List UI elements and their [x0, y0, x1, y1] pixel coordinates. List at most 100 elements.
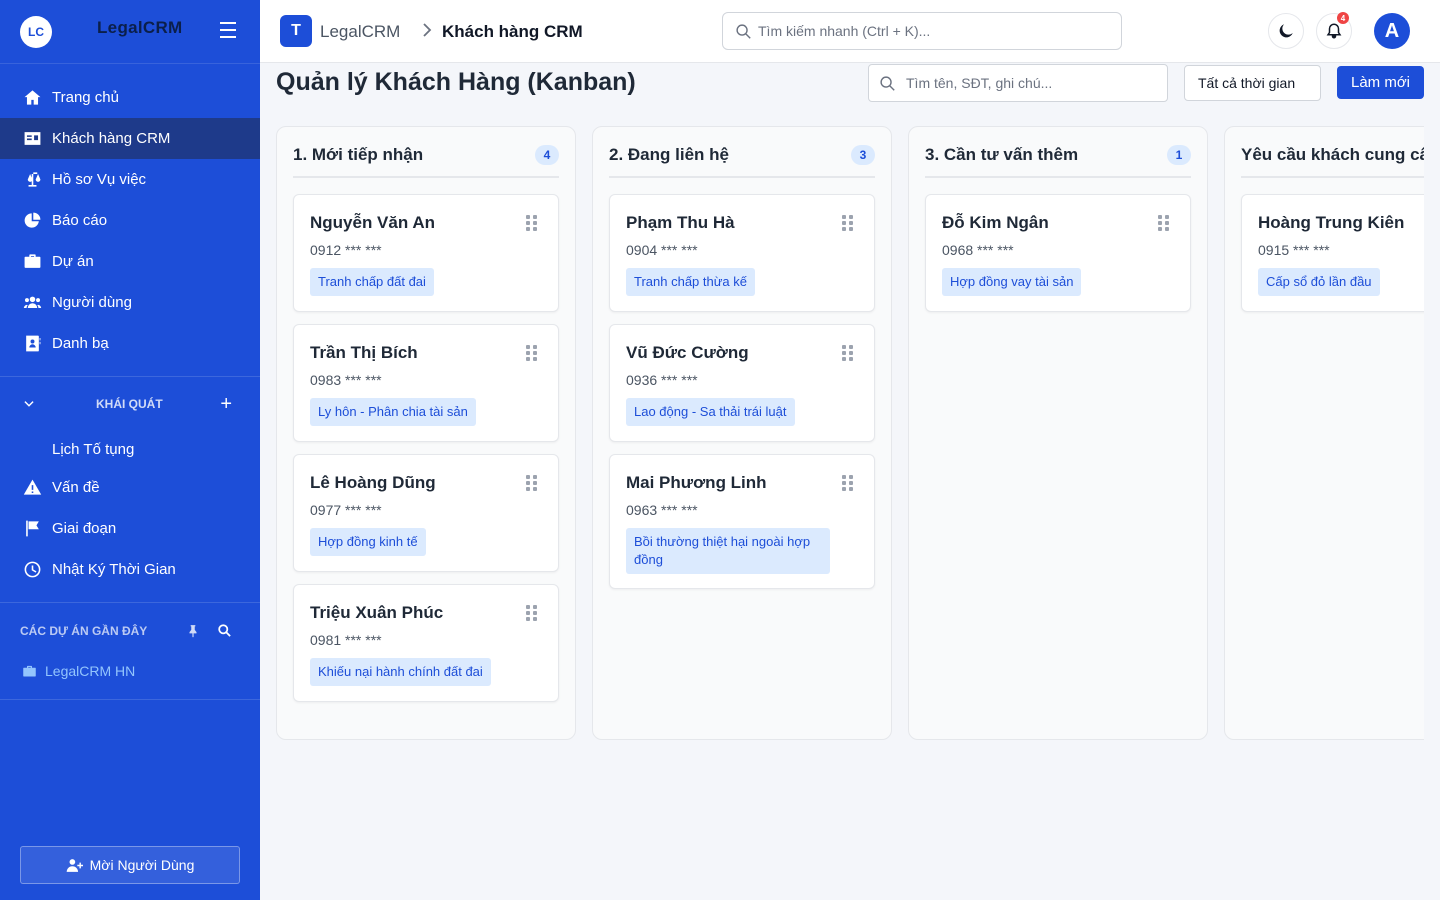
theme-toggle-button[interactable]: [1268, 13, 1304, 49]
nav-item-court-calendar[interactable]: Lịch Tố tụng: [0, 431, 260, 467]
time-filter-select[interactable]: Tất cả thời gian: [1184, 65, 1321, 101]
customer-phone: 0983 *** ***: [310, 372, 382, 388]
add-icon[interactable]: +: [220, 393, 232, 416]
drag-handle-icon[interactable]: [526, 605, 538, 621]
customer-phone: 0968 *** ***: [942, 242, 1014, 258]
case-type-tag: Tranh chấp thừa kế: [626, 268, 756, 296]
kanban-column: Yêu cầu khách cung cấp Hoàng Trung Kiên …: [1224, 126, 1424, 740]
chevron-right-icon: [423, 23, 432, 37]
customer-name: Mai Phương Linh: [626, 473, 767, 492]
nav-label: Báo cáo: [52, 212, 108, 229]
customer-name: Hoàng Trung Kiên: [1258, 213, 1405, 232]
column-count-badge: 4: [535, 145, 559, 165]
customer-card[interactable]: Triệu Xuân Phúc 0981 *** *** Khiếu nại h…: [293, 584, 559, 702]
nav-item-timelog[interactable]: Nhật Ký Thời Gian: [0, 549, 260, 590]
drag-handle-icon[interactable]: [526, 475, 538, 491]
case-type-tag: Lao động - Sa thải trái luật: [626, 398, 795, 426]
customer-search[interactable]: [868, 64, 1168, 102]
customer-phone: 0936 *** ***: [626, 372, 698, 388]
flag-icon: [22, 519, 42, 539]
app-logo[interactable]: T: [280, 15, 312, 47]
pie-chart-icon: [22, 211, 42, 231]
customer-name: Vũ Đức Cường: [626, 343, 749, 362]
case-type-tag: Hợp đồng vay tài sản: [942, 268, 1082, 296]
nav-label: Khách hàng CRM: [52, 130, 171, 147]
section-title: KHÁI QUÁT: [96, 397, 163, 411]
search-icon: [880, 75, 895, 91]
customer-name: Lê Hoàng Dũng: [310, 473, 436, 492]
breadcrumb-brand[interactable]: LegalCRM: [320, 22, 400, 42]
customer-card[interactable]: Nguyễn Văn An 0912 *** *** Tranh chấp đấ…: [293, 194, 559, 312]
drag-handle-icon[interactable]: [526, 345, 538, 361]
customer-name: Phạm Thu Hà: [626, 213, 735, 232]
column-header: 3. Cần tư vấn thêm 1: [925, 127, 1191, 178]
nav-item-contacts[interactable]: Danh bạ: [0, 323, 260, 364]
drag-handle-icon[interactable]: [526, 215, 538, 231]
menu-toggle-icon[interactable]: [220, 22, 240, 40]
sidebar-header: LC LegalCRM: [0, 0, 260, 64]
topbar: T LegalCRM Khách hàng CRM 4 A: [260, 0, 1440, 63]
customer-phone: 0963 *** ***: [626, 502, 698, 518]
column-title: Yêu cầu khách cung cấp: [1241, 144, 1424, 164]
brand-logo[interactable]: LC: [20, 15, 52, 48]
customer-card[interactable]: Trần Thị Bích 0983 *** *** Ly hôn - Phân…: [293, 324, 559, 442]
global-search-input[interactable]: [758, 23, 1098, 39]
page-title: Quản lý Khách Hàng (Kanban): [276, 68, 636, 96]
user-avatar[interactable]: A: [1374, 13, 1410, 49]
briefcase-icon: [22, 252, 42, 272]
breadcrumb-current: Khách hàng CRM: [442, 22, 583, 41]
pin-icon[interactable]: [186, 623, 200, 639]
kanban-column: 2. Đang liên hệ 3 Phạm Thu Hà 0904 *** *…: [592, 126, 892, 740]
nav-label: Giai đoạn: [52, 520, 117, 537]
nav-item-projects[interactable]: Dự án: [0, 241, 260, 282]
chevron-down-icon: [24, 401, 34, 407]
nav-label: Nhật Ký Thời Gian: [52, 561, 176, 578]
customer-card[interactable]: Vũ Đức Cường 0936 *** *** Lao động - Sa …: [609, 324, 875, 442]
customer-phone: 0981 *** ***: [310, 632, 382, 648]
search-icon[interactable]: [217, 623, 232, 638]
brand-name: LegalCRM: [97, 18, 183, 37]
nav-item-crm[interactable]: Khách hàng CRM: [0, 118, 260, 159]
nav-item-reports[interactable]: Báo cáo: [0, 200, 260, 241]
sidebar: LC LegalCRM Trang chủ Khách hàng CRM Hồ …: [0, 0, 260, 900]
warning-icon: [22, 478, 42, 498]
invite-user-button[interactable]: Mời Người Dùng: [20, 846, 240, 884]
customer-name: Đỗ Kim Ngân: [942, 213, 1049, 232]
refresh-button[interactable]: Làm mới: [1337, 66, 1424, 99]
bell-icon: [1326, 23, 1342, 39]
nav-label: Hồ sơ Vụ việc: [52, 171, 147, 188]
customer-card[interactable]: Đỗ Kim Ngân 0968 *** *** Hợp đồng vay tà…: [925, 194, 1191, 312]
kanban-board: 1. Mới tiếp nhận 4 Nguyễn Văn An 0912 **…: [276, 126, 1424, 740]
customer-phone: 0915 *** ***: [1258, 242, 1330, 258]
customer-search-input[interactable]: [906, 75, 1156, 91]
nav-item-users[interactable]: Người dùng: [0, 282, 260, 323]
column-title: 3. Cần tư vấn thêm: [925, 144, 1079, 164]
clock-icon: [22, 560, 42, 580]
customer-card[interactable]: Hoàng Trung Kiên 0915 *** *** Cấp sổ đỏ …: [1241, 194, 1424, 312]
column-header: Yêu cầu khách cung cấp: [1241, 127, 1424, 178]
customer-name: Trần Thị Bích: [310, 343, 418, 362]
drag-handle-icon[interactable]: [842, 345, 854, 361]
nav-item-stages[interactable]: Giai đoạn: [0, 508, 260, 549]
nav-label: Người dùng: [52, 294, 132, 311]
global-search[interactable]: [722, 12, 1122, 50]
recent-project-label: LegalCRM HN: [45, 663, 136, 679]
notifications-button[interactable]: 4: [1316, 12, 1352, 49]
drag-handle-icon[interactable]: [1158, 215, 1170, 231]
recent-project-item[interactable]: LegalCRM HN: [0, 659, 260, 683]
briefcase-icon: [23, 665, 36, 676]
customer-card[interactable]: Phạm Thu Hà 0904 *** *** Tranh chấp thừa…: [609, 194, 875, 312]
section-header-overview[interactable]: KHÁI QUÁT +: [0, 377, 260, 431]
customer-card[interactable]: Mai Phương Linh 0963 *** *** Bồi thường …: [609, 454, 875, 589]
case-type-tag: Cấp sổ đỏ lần đầu: [1258, 268, 1380, 296]
customer-card[interactable]: Lê Hoàng Dũng 0977 *** *** Hợp đồng kinh…: [293, 454, 559, 572]
kanban-column: 3. Cần tư vấn thêm 1 Đỗ Kim Ngân 0968 **…: [908, 126, 1208, 740]
main-nav: Trang chủ Khách hàng CRM Hồ sơ Vụ việc B…: [0, 64, 260, 364]
nav-item-cases[interactable]: Hồ sơ Vụ việc: [0, 159, 260, 200]
drag-handle-icon[interactable]: [842, 215, 854, 231]
drag-handle-icon[interactable]: [842, 475, 854, 491]
nav-label: Trang chủ: [52, 89, 119, 106]
nav-item-issues[interactable]: Vấn đề: [0, 467, 260, 508]
column-count-badge: 3: [851, 145, 875, 165]
nav-item-home[interactable]: Trang chủ: [0, 77, 260, 118]
